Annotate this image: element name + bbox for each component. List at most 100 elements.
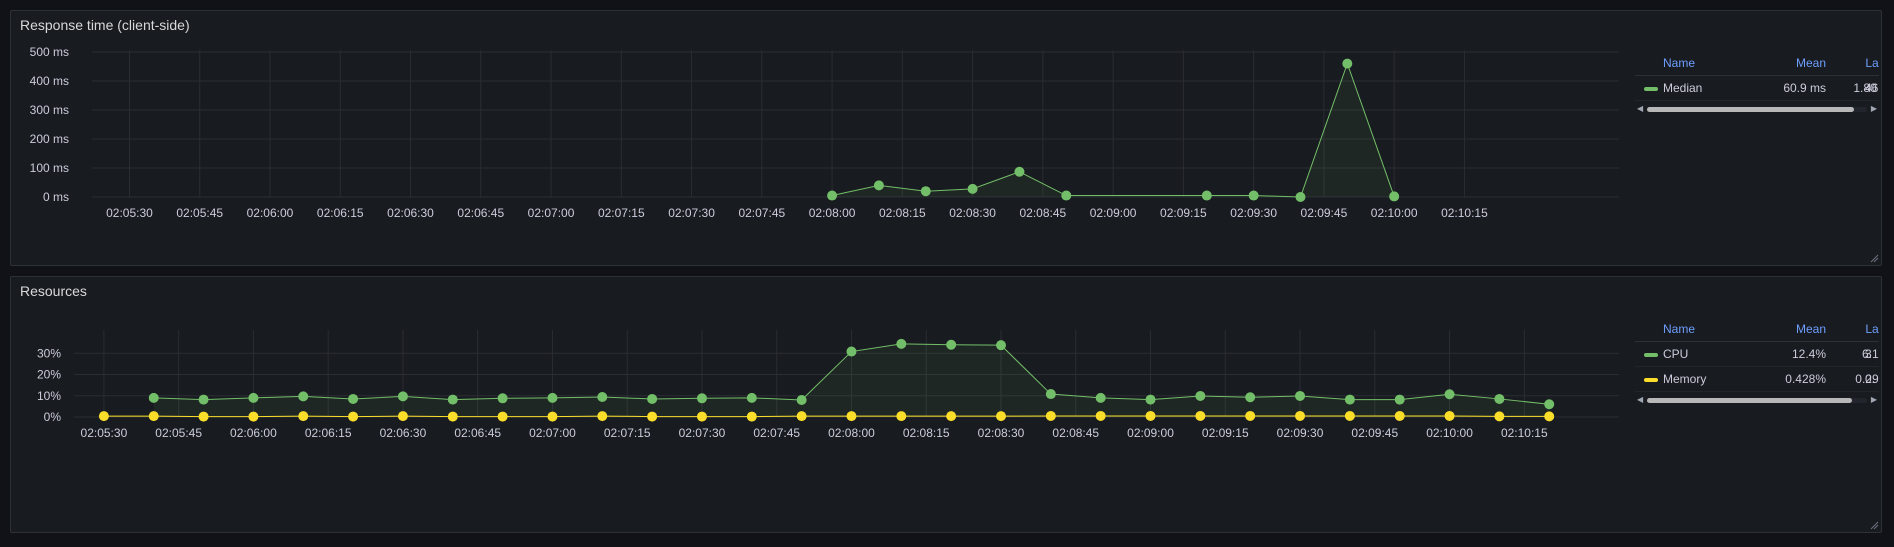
data-point-memory[interactable] [1295,410,1306,421]
data-point-cpu[interactable] [1245,392,1256,403]
data-point-median[interactable] [1014,166,1025,177]
data-point-cpu[interactable] [1494,393,1505,404]
resources-chart[interactable]: 0% 10% 20% 30% 02:05:30 02:05:45 02:06:00 02:06… [11,277,1631,534]
scroll-left-arrow-icon[interactable]: ◀ [1637,395,1643,405]
data-point-cpu[interactable] [1295,390,1306,401]
data-point-memory[interactable] [597,411,608,422]
scrollbar-thumb[interactable] [1647,398,1852,403]
data-point-memory[interactable] [1145,410,1156,421]
data-point-cpu[interactable] [348,393,359,404]
legend-series-name[interactable]: CPU [1663,347,1688,361]
data-point-cpu[interactable] [996,340,1006,351]
data-point-median[interactable] [1201,190,1212,201]
data-point-memory[interactable] [447,411,458,422]
data-point-memory[interactable] [298,411,309,422]
data-point-cpu[interactable] [696,393,707,404]
data-point-cpu[interactable] [248,392,259,403]
data-point-memory[interactable] [846,411,857,422]
data-point-memory[interactable] [696,411,707,422]
series-color-swatch[interactable] [1644,378,1658,382]
data-point-memory[interactable] [1045,410,1056,421]
scroll-right-arrow-icon[interactable]: ▶ [1871,395,1877,405]
data-point-memory[interactable] [1095,410,1106,421]
legend-series-name[interactable]: Median [1663,81,1702,95]
resize-handle-icon[interactable] [1869,520,1879,530]
data-point-memory[interactable] [148,411,159,422]
data-point-memory[interactable] [98,411,109,422]
data-point-cpu[interactable] [1195,390,1206,401]
legend-horizontal-scrollbar[interactable]: ◀ ▶ [1635,395,1879,405]
data-point-memory[interactable] [198,411,209,422]
resources-panel[interactable]: Resources 0% 10% 20% 30% 02:05:30 02:05:45 02:… [10,276,1882,533]
legend-series-name[interactable]: Memory [1663,372,1706,386]
x-tick-label: 02:06:15 [305,426,352,440]
data-point-memory[interactable] [746,411,757,422]
legend-row-cpu[interactable]: CPU 12.4% 6.18% 3 [1635,342,1879,367]
data-point-cpu[interactable] [1544,399,1555,410]
data-point-cpu[interactable] [447,394,458,405]
data-point-cpu[interactable] [896,338,907,349]
data-point-cpu[interactable] [1394,394,1405,405]
data-point-memory[interactable] [1394,410,1405,421]
response-time-panel[interactable]: Response time (client-side) 0 ms 100 ms 20… [10,10,1882,266]
data-point-memory[interactable] [1245,410,1256,421]
data-point-memory[interactable] [397,411,408,422]
scroll-right-arrow-icon[interactable]: ▶ [1871,104,1877,114]
data-point-cpu[interactable] [1045,389,1056,400]
legend-header-name[interactable]: Name [1663,56,1695,70]
data-point-memory[interactable] [248,411,259,422]
legend-row-median[interactable]: Median 60.9 ms 1.80 ms 46 [1635,76,1879,101]
data-point-memory[interactable] [547,411,558,422]
data-point-memory[interactable] [497,411,508,422]
data-point-cpu[interactable] [1444,389,1455,400]
data-point-median[interactable] [1061,190,1072,201]
series-color-swatch[interactable] [1644,87,1658,91]
data-point-memory[interactable] [946,411,957,422]
data-point-memory[interactable] [1494,411,1505,422]
data-point-memory[interactable] [1544,411,1555,422]
data-point-cpu[interactable] [298,391,309,402]
data-point-memory[interactable] [1195,410,1206,421]
data-point-cpu[interactable] [547,392,558,403]
response-time-chart[interactable]: 0 ms 100 ms 200 ms 300 ms 400 ms 500 ms 02:05:… [11,11,1631,267]
data-point-memory[interactable] [896,411,907,422]
data-point-cpu[interactable] [746,392,757,403]
legend-header-name[interactable]: Name [1663,322,1695,336]
legend-header-mean[interactable]: Mean [1746,56,1826,70]
data-point-median[interactable] [827,190,838,201]
data-point-memory[interactable] [348,411,359,422]
legend-header-last[interactable]: Last * [1816,56,1879,70]
data-point-median[interactable] [1295,192,1306,202]
data-point-median[interactable] [873,180,884,191]
data-point-median[interactable] [1342,58,1353,69]
data-point-cpu[interactable] [647,393,658,404]
data-point-cpu[interactable] [846,346,857,357]
scrollbar-thumb[interactable] [1647,107,1854,112]
data-point-cpu[interactable] [946,339,957,350]
data-point-median[interactable] [967,183,978,194]
data-point-memory[interactable] [996,411,1006,422]
scroll-left-arrow-icon[interactable]: ◀ [1637,104,1643,114]
data-point-memory[interactable] [796,411,807,422]
data-point-cpu[interactable] [198,394,209,405]
series-color-swatch[interactable] [1644,353,1658,357]
legend-header-mean[interactable]: Mean [1746,322,1826,336]
resize-handle-icon[interactable] [1869,253,1879,263]
data-point-cpu[interactable] [1145,394,1156,405]
data-point-median[interactable] [1389,191,1400,202]
data-point-cpu[interactable] [597,392,608,403]
data-point-cpu[interactable] [1095,392,1106,403]
data-point-cpu[interactable] [1344,394,1355,405]
data-point-cpu[interactable] [796,395,807,405]
data-point-memory[interactable] [1344,410,1355,421]
data-point-median[interactable] [1248,190,1259,201]
data-point-memory[interactable] [647,411,658,422]
legend-row-memory[interactable]: Memory 0.428% 0.296% 0. [1635,367,1879,392]
legend-header-last[interactable]: Last * [1816,322,1879,336]
data-point-cpu[interactable] [148,392,159,403]
data-point-memory[interactable] [1444,410,1455,421]
data-point-cpu[interactable] [397,391,408,402]
data-point-cpu[interactable] [497,393,508,404]
data-point-median[interactable] [920,186,931,197]
legend-horizontal-scrollbar[interactable]: ◀ ▶ [1635,104,1879,114]
